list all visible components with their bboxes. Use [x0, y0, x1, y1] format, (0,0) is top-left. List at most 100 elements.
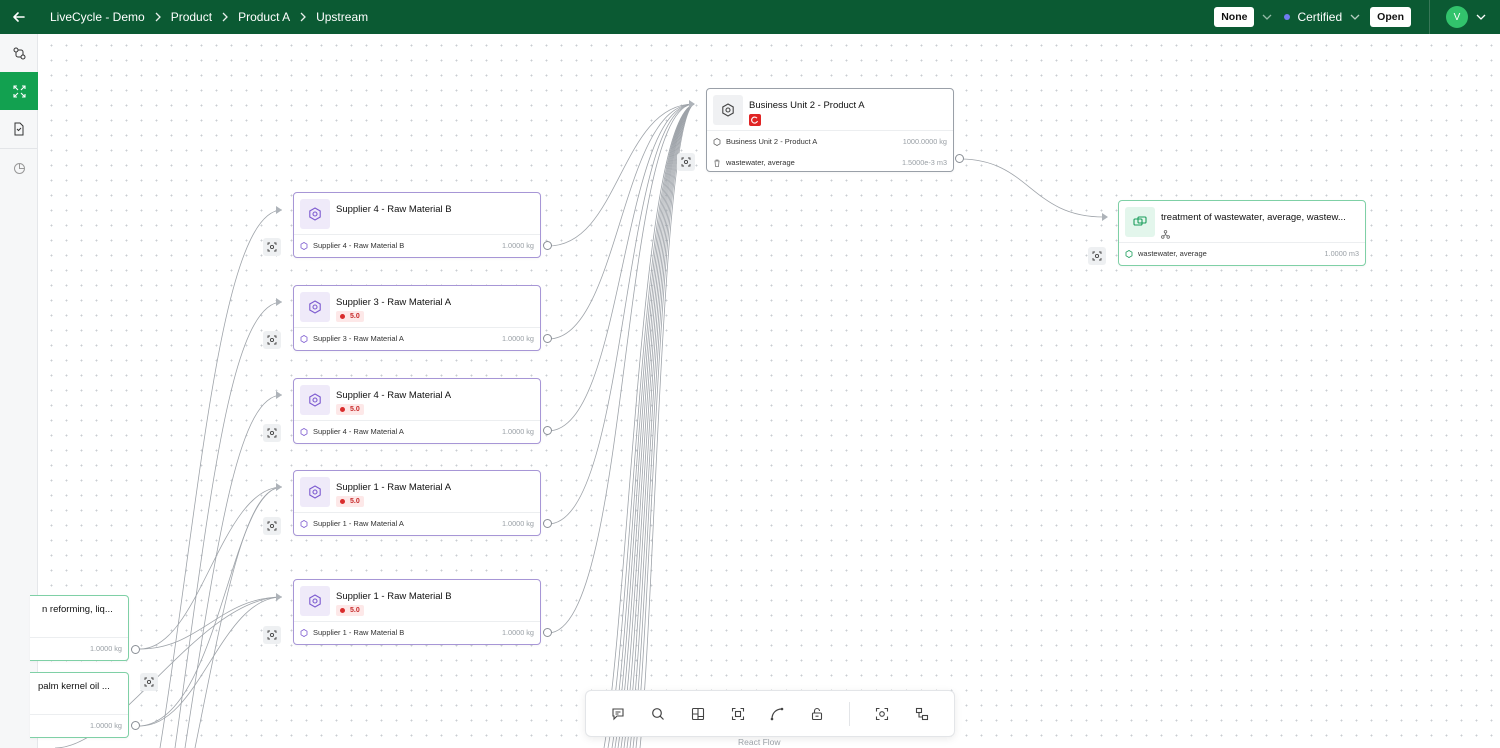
focus-node-button[interactable] — [263, 626, 281, 644]
edge-arrow — [276, 391, 282, 399]
process-icon — [300, 292, 330, 322]
chevron-right-icon — [299, 12, 307, 22]
output-handle[interactable] — [543, 241, 552, 250]
output-handle[interactable] — [543, 628, 552, 637]
node-output-row[interactable]: Supplier 1 - Raw Material B 1.0000 kg — [294, 622, 540, 643]
row-value: 1.0000 kg — [501, 628, 534, 637]
status-select[interactable]: Certified — [1284, 10, 1370, 24]
process-node-left[interactable]: n reforming, liq... 1.0000 kg — [30, 595, 129, 661]
focus-node-button[interactable] — [263, 517, 281, 535]
focus-icon — [267, 428, 277, 438]
comment-button[interactable] — [598, 699, 638, 729]
filter-select[interactable]: None — [1214, 7, 1255, 27]
node-output-row[interactable]: Supplier 4 - Raw Material A 1.0000 kg — [294, 421, 540, 442]
edge-arrow — [276, 206, 282, 214]
avatar[interactable]: V — [1446, 6, 1468, 28]
focus-node-button[interactable] — [677, 153, 695, 171]
process-icon — [300, 628, 308, 637]
process-node-treatment[interactable]: treatment of wastewater, average, wastew… — [1118, 200, 1366, 266]
canvas-toolbar — [585, 690, 955, 737]
row-label: wastewater, average — [1138, 249, 1207, 258]
row-label: Supplier 1 - Raw Material A — [313, 519, 404, 528]
react-flow-attribution[interactable]: React Flow — [738, 737, 781, 747]
node-output-row[interactable]: Supplier 3 - Raw Material A 1.0000 kg — [294, 328, 540, 349]
chevron-down-icon[interactable] — [1262, 14, 1272, 21]
sidebar-item-document[interactable] — [0, 110, 38, 148]
process-node-supplier[interactable]: Supplier 1 - Raw Material B 5.0 Supplier… — [293, 579, 541, 645]
process-node-business-unit[interactable]: Business Unit 2 - Product A Business Uni… — [706, 88, 954, 172]
row-label: Supplier 4 - Raw Material A — [313, 427, 404, 436]
node-title: Supplier 3 - Raw Material A — [336, 297, 452, 308]
focus-button[interactable] — [862, 699, 902, 729]
node-output-row[interactable]: Supplier 1 - Raw Material A 1.0000 kg — [294, 513, 540, 534]
row-value: 1.0000 kg — [89, 721, 122, 730]
process-node-left[interactable]: palm kernel oil ... 1.0000 kg — [30, 672, 129, 738]
node-output-row[interactable]: wastewater, average 1.5000e-3 m3 — [707, 152, 953, 173]
lock-icon — [812, 707, 823, 720]
sidebar-item-flow[interactable] — [0, 34, 38, 72]
edge-style-button[interactable] — [758, 699, 798, 729]
document-icon — [14, 122, 24, 136]
back-button[interactable] — [0, 0, 38, 34]
focus-icon — [144, 677, 154, 687]
output-handle[interactable] — [543, 426, 552, 435]
breadcrumb-item[interactable]: Product A — [238, 10, 290, 24]
search-button[interactable] — [638, 699, 678, 729]
sidebar-item-expand[interactable] — [0, 72, 38, 110]
score-value: 5.0 — [350, 406, 360, 413]
output-handle[interactable] — [131, 645, 140, 654]
node-output-row[interactable]: Supplier 4 - Raw Material B 1.0000 kg — [294, 235, 540, 256]
node-output-row[interactable]: wastewater, average 1.0000 m3 — [1119, 243, 1365, 264]
fit-view-button[interactable] — [718, 699, 758, 729]
node-output-row[interactable]: Business Unit 2 - Product A 1000.0000 kg — [707, 131, 953, 152]
output-handle[interactable] — [543, 334, 552, 343]
divider — [1429, 0, 1430, 34]
process-node-supplier[interactable]: Supplier 3 - Raw Material A 5.0 Supplier… — [293, 285, 541, 351]
process-node-supplier[interactable]: Supplier 4 - Raw Material A 5.0 Supplier… — [293, 378, 541, 444]
process-node-supplier[interactable]: Supplier 4 - Raw Material B Supplier 4 -… — [293, 192, 541, 258]
focus-node-button[interactable] — [140, 673, 158, 691]
node-title: Supplier 4 - Raw Material B — [336, 204, 452, 215]
chevron-right-icon — [221, 12, 229, 22]
search-icon — [651, 707, 664, 720]
focus-node-button[interactable] — [263, 331, 281, 349]
open-button[interactable]: Open — [1370, 7, 1411, 27]
output-handle[interactable] — [955, 154, 964, 163]
process-icon — [300, 586, 330, 616]
focus-icon — [267, 335, 277, 345]
process-icon — [300, 519, 308, 528]
minimap-icon — [915, 707, 929, 720]
output-handle[interactable] — [543, 519, 552, 528]
expand-icon — [12, 84, 26, 98]
output-handle[interactable] — [131, 721, 140, 730]
chevron-down-icon[interactable] — [1476, 14, 1486, 21]
score-value: 5.0 — [350, 607, 360, 614]
process-icon — [300, 385, 330, 415]
minimap-button[interactable] — [902, 699, 942, 729]
breadcrumb: LiveCycle - Demo Product Product A Upstr… — [50, 10, 368, 24]
focus-node-button[interactable] — [1088, 247, 1106, 265]
status-dot — [1284, 14, 1291, 20]
process-icon — [300, 199, 330, 229]
node-title: Supplier 1 - Raw Material A — [336, 482, 452, 493]
focus-node-button[interactable] — [263, 424, 281, 442]
node-output-row[interactable]: 1.0000 kg — [30, 715, 128, 736]
layout-button[interactable] — [678, 699, 718, 729]
focus-icon — [267, 630, 277, 640]
fit-view-icon — [731, 707, 744, 720]
process-node-supplier[interactable]: Supplier 1 - Raw Material A 5.0 Supplier… — [293, 470, 541, 536]
lock-button[interactable] — [797, 699, 837, 729]
row-label: Business Unit 2 - Product A — [726, 137, 818, 146]
score-badge: 5.0 — [336, 605, 364, 616]
database-icon — [1125, 207, 1155, 237]
node-output-row[interactable]: 1.0000 kg — [30, 638, 128, 659]
focus-node-button[interactable] — [263, 238, 281, 256]
breadcrumb-item[interactable]: LiveCycle - Demo — [50, 10, 145, 24]
edge-arrow — [1102, 213, 1108, 221]
comment-icon — [612, 707, 624, 720]
network-icon — [1161, 226, 1170, 244]
process-icon — [300, 334, 308, 343]
sidebar-item-chart[interactable] — [0, 149, 38, 187]
breadcrumb-item[interactable]: Product — [171, 10, 212, 24]
box-icon — [713, 137, 721, 146]
